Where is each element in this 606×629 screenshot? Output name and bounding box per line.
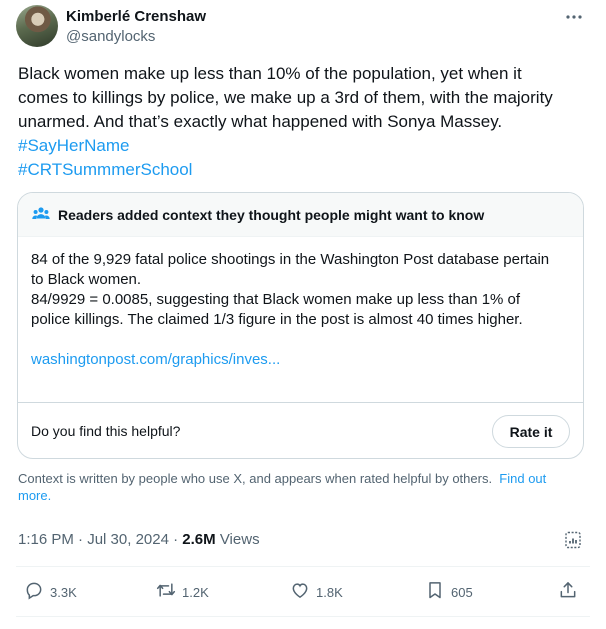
hashtag-link[interactable]: #SayHerName (18, 134, 130, 158)
rate-it-button[interactable]: Rate it (492, 415, 570, 448)
bookmark-button[interactable]: 605 (425, 580, 473, 604)
retweet-icon (156, 580, 176, 605)
people-icon (32, 206, 50, 222)
avatar[interactable] (16, 5, 58, 47)
tweet-text: Black women make up less than 10% of the… (18, 62, 586, 134)
like-button[interactable]: 1.8K (290, 580, 343, 604)
find-out-more-link[interactable]: more. (18, 488, 51, 503)
community-note-card: Readers added context they thought peopl… (17, 192, 584, 459)
heart-icon (290, 580, 310, 605)
share-button[interactable] (558, 580, 578, 604)
community-note-title: Readers added context they thought peopl… (58, 207, 485, 223)
bookmark-icon (425, 580, 445, 605)
divider (16, 616, 590, 617)
tweet-text-line: comes to killings by police, we make up … (18, 88, 553, 107)
community-note-header: Readers added context they thought peopl… (18, 193, 583, 237)
author-display-name[interactable]: Kimberlé Crenshaw (66, 8, 206, 25)
reply-icon (24, 580, 44, 605)
helpful-question: Do you find this helpful? (31, 423, 181, 439)
divider (16, 566, 590, 567)
like-count: 1.8K (316, 584, 343, 600)
tweet-date[interactable]: Jul 30, 2024 (87, 531, 169, 548)
hashtag-link[interactable]: #CRTSummmerSchool (18, 158, 192, 182)
more-icon[interactable] (561, 7, 587, 27)
analytics-icon[interactable] (563, 530, 583, 550)
note-disclaimer: Context is written by people who use X, … (18, 470, 578, 504)
reply-button[interactable]: 3.3K (24, 580, 77, 604)
views-label: Views (215, 531, 260, 548)
tweet-detail: Kimberlé Crenshaw @sandylocks Black wome… (0, 0, 606, 629)
author-handle[interactable]: @sandylocks (66, 28, 155, 45)
tweet-text-line: unarmed. And that’s exactly what happene… (18, 112, 503, 131)
bookmark-count: 605 (451, 584, 473, 600)
find-out-more-link[interactable]: Find out (499, 471, 546, 486)
share-icon (558, 580, 578, 605)
meta-separator: · (168, 531, 183, 548)
note-text-line: police killings. The claimed 1/3 figure … (31, 311, 523, 328)
community-note-footer: Do you find this helpful? Rate it (18, 402, 583, 458)
retweet-count: 1.2K (182, 584, 209, 600)
tweet-text-line: Black women make up less than 10% of the… (18, 64, 522, 83)
meta-separator: · (73, 531, 88, 548)
retweet-button[interactable]: 1.2K (156, 580, 209, 604)
disclaimer-text: Context is written by people who use X, … (18, 471, 493, 486)
tweet-meta: 1:16 PM · Jul 30, 2024 · 2.6M Views (18, 531, 260, 548)
community-note-body: 84 of the 9,929 fatal police shootings i… (31, 250, 576, 370)
note-text-line: to Black women. (31, 271, 142, 288)
note-text-line: 84/9929 = 0.0085, suggesting that Black … (31, 291, 521, 308)
tweet-time[interactable]: 1:16 PM (18, 531, 74, 548)
note-source-link[interactable]: washingtonpost.com/graphics/inves... (31, 350, 576, 370)
views-count: 2.6M (182, 531, 216, 548)
note-text-line: 84 of the 9,929 fatal police shootings i… (31, 251, 550, 268)
reply-count: 3.3K (50, 584, 77, 600)
